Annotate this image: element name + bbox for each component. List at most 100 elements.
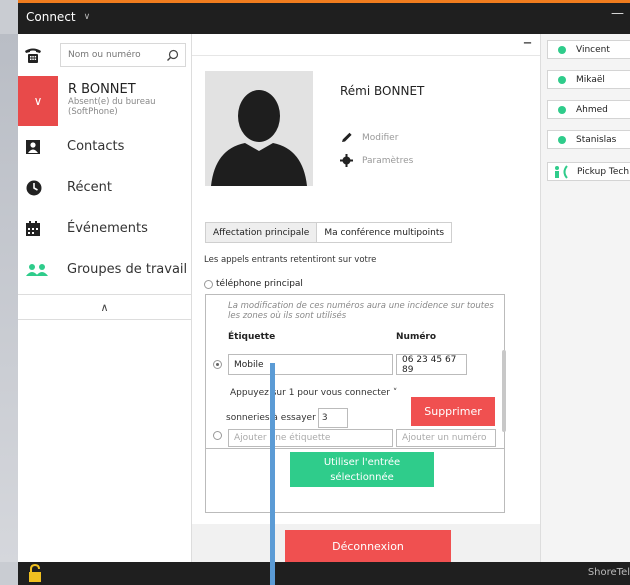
status-text: R BONNET Absent(e) du bureau (SoftPhone) [58,76,156,126]
search-icon[interactable] [164,49,180,62]
incoming-calls-text: Les appels entrants retentiront sur votr… [204,255,377,265]
principal-label: téléphone principal [216,279,303,289]
contact-name: Ahmed [576,104,608,115]
avatar-silhouette [205,71,313,186]
disconnect-button[interactable]: Déconnexion [285,530,451,562]
contact-ahmed[interactable]: Ahmed [547,100,630,119]
contact-mikael[interactable]: Mikaël [547,70,630,89]
sidebar-item-events[interactable]: Événements [18,208,191,249]
use-entry-label-line1: Utiliser l'entrée [323,457,401,468]
edit-label: Modifier [362,133,399,143]
pickup-tech-button[interactable]: Pickup Tech [547,162,630,181]
presence-dot [558,135,566,144]
pickup-icon-graphic [555,164,568,179]
rings-row: sonneries à essayer 3 [226,408,348,428]
title-bar: Connect ∨ — [18,0,630,34]
contact-stanislas[interactable]: Stanislas [547,130,630,149]
phone-icon[interactable] [18,34,48,76]
gear-icon-graphic [340,154,353,167]
settings-label: Paramètres [362,155,414,166]
delete-button[interactable]: Supprimer [411,397,495,426]
connect-hint[interactable]: Appuyez sur 1 pour vous connecter ˅ [230,388,397,398]
status-availability: Absent(e) du bureau [68,97,156,107]
new-entry-radio[interactable] [213,431,222,440]
contact-vincent[interactable]: Vincent [547,40,630,59]
collapse-chevron-up-icon[interactable]: ∧ [18,294,191,320]
titlebar-accent [18,0,630,3]
entry-radio[interactable] [213,360,222,369]
phone-icon-graphic [25,48,41,63]
numbers-box: La modification de ces numéros aura une … [205,294,506,513]
pencil-icon [340,132,356,144]
scrollbar[interactable] [502,350,506,432]
avatar [205,71,313,186]
numbers-note: La modification de ces numéros aura une … [228,301,494,321]
use-entry-label-line2: sélectionnée [330,472,394,483]
brand-logo: ShoreTel [587,567,630,578]
principal-phone-option[interactable]: téléphone principal [204,279,303,289]
use-selected-entry-button[interactable]: Utiliser l'entrée sélectionnée [290,452,434,487]
search-row [18,34,191,76]
entry-number-field[interactable]: 06 23 45 67 89 [396,354,467,375]
connect-hint-text: Appuyez sur 1 pour vous connecter [230,388,390,398]
desktop-background [0,34,18,562]
add-number-field[interactable]: Ajouter un numéro [396,429,496,447]
contact-name: Mikaël [576,74,605,85]
title-chevron-down-icon[interactable]: ∨ [84,12,91,22]
sidebar-item-label: Groupes de travail [67,262,188,277]
sidebar-item-workgroups[interactable]: Groupes de travail [18,249,191,290]
add-label-field[interactable]: Ajouter une étiquette [228,429,393,447]
profile-panel: Rémi BONNET Modifier Paramètres Affectat… [192,56,540,524]
sidebar-item-label: Récent [67,180,112,195]
tab-primary-assignment[interactable]: Affectation principale [205,222,318,243]
pickup-label: Pickup Tech [577,166,630,177]
recent-icon [18,179,52,197]
sidebar-item-label: Contacts [67,139,125,154]
groups-icon [18,263,52,277]
tab-bar: Affectation principale Ma conférence mul… [205,222,453,243]
calendar-icon-graphic [26,220,40,236]
annotation-pointer-line [270,363,275,585]
profile-name: Rémi BONNET [340,84,425,98]
presence-status[interactable]: ∨ R BONNET Absent(e) du bureau (SoftPhon… [18,76,191,126]
main-header: – [192,32,540,56]
column-header-label: Étiquette [228,332,276,342]
sidebar: ∨ R BONNET Absent(e) du bureau (SoftPhon… [18,34,192,562]
sidebar-item-label: Événements [67,221,148,236]
settings-button[interactable]: Paramètres [340,154,413,167]
contact-name: Vincent [576,44,610,55]
rings-field[interactable]: 3 [317,408,348,428]
column-header-number: Numéro [396,332,437,342]
status-name: R BONNET [68,82,136,97]
entry-label-field[interactable]: Mobile [228,354,393,375]
app-title: Connect [26,10,76,24]
groups-icon-graphic [26,263,48,276]
pencil-icon-graphic [342,132,352,142]
tab-conference[interactable]: Ma conférence multipoints [317,222,453,243]
status-device: (SoftPhone) [68,107,118,117]
lock-icon[interactable] [28,563,42,585]
gear-icon [340,154,356,167]
sidebar-item-recent[interactable]: Récent [18,167,191,208]
connect-chevron-down-icon[interactable]: ˅ [390,388,398,398]
window-minimize-button[interactable]: — [611,6,624,21]
contacts-icon-graphic [26,139,40,154]
presence-dot [558,75,566,84]
status-chevron-down-icon[interactable]: ∨ [18,76,58,126]
main-area: – Rémi BONNET Modifier Paramètres Affect… [192,32,540,562]
search-box [60,43,186,67]
lock-icon-graphic [29,563,41,582]
status-bar: ShoreTel [18,562,630,585]
contacts-icon [18,139,52,155]
pickup-icon [553,164,573,179]
panel-minimize-button[interactable]: – [523,32,532,53]
principal-radio[interactable] [204,279,213,289]
edit-button[interactable]: Modifier [340,132,398,144]
search-icon-graphic [166,49,178,61]
recent-icon-graphic [26,180,42,195]
contact-name: Stanislas [576,134,617,145]
presence-dot [558,45,566,54]
calendar-icon [18,220,52,237]
search-input[interactable] [68,50,164,60]
sidebar-item-contacts[interactable]: Contacts [18,126,191,167]
